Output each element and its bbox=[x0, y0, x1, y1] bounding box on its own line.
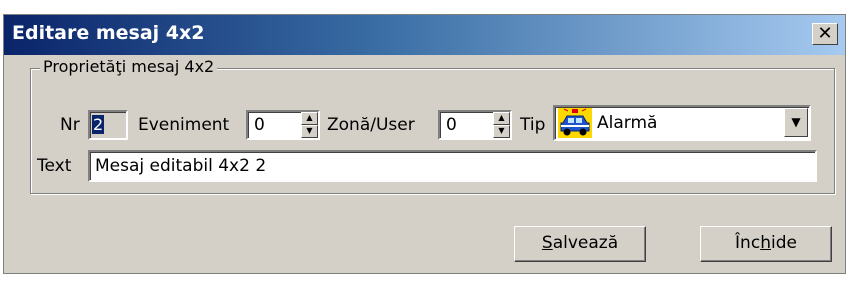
close-icon[interactable]: ✕ bbox=[812, 23, 838, 45]
spin-up-icon[interactable]: ▲ bbox=[493, 112, 510, 125]
eveniment-spinner[interactable]: 0 ▲ ▼ bbox=[246, 110, 320, 140]
tip-dropdown[interactable]: Alarmă ▼ bbox=[553, 105, 811, 141]
police-car-icon bbox=[558, 108, 592, 138]
eveniment-label: Eveniment bbox=[138, 115, 230, 135]
save-button[interactable]: Salvează bbox=[514, 226, 646, 262]
title-bar[interactable]: Editare mesaj 4x2 ✕ bbox=[4, 15, 845, 55]
nr-value: 2 bbox=[92, 115, 105, 134]
save-mnemonic: S bbox=[541, 233, 553, 253]
eveniment-spin-buttons[interactable]: ▲ ▼ bbox=[301, 112, 318, 138]
zona-user-value: 0 bbox=[446, 115, 457, 135]
tip-value: Alarmă bbox=[597, 113, 658, 133]
zona-user-label: Zonă/User bbox=[327, 115, 415, 135]
close-mnemonic: h bbox=[760, 233, 771, 253]
spin-down-icon[interactable]: ▼ bbox=[301, 125, 318, 138]
text-field[interactable]: Mesaj editabil 4x2 2 bbox=[88, 150, 817, 182]
spin-down-icon[interactable]: ▼ bbox=[493, 125, 510, 138]
nr-label: Nr bbox=[60, 115, 80, 135]
spin-up-icon[interactable]: ▲ bbox=[301, 112, 318, 125]
close-button[interactable]: Închide bbox=[700, 226, 832, 262]
zona-user-spin-buttons[interactable]: ▲ ▼ bbox=[493, 112, 510, 138]
tip-label: Tip bbox=[520, 115, 546, 135]
nr-field[interactable]: 2 bbox=[88, 110, 128, 140]
chevron-down-icon[interactable]: ▼ bbox=[784, 108, 808, 137]
close-label-pre: Înc bbox=[735, 233, 761, 253]
text-label: Text bbox=[37, 156, 72, 176]
zona-user-spinner[interactable]: 0 ▲ ▼ bbox=[438, 110, 512, 140]
window-title: Editare mesaj 4x2 bbox=[12, 22, 205, 44]
eveniment-value: 0 bbox=[254, 115, 265, 135]
groupbox-legend: Proprietăţi mesaj 4x2 bbox=[40, 57, 218, 76]
text-value: Mesaj editabil 4x2 2 bbox=[95, 156, 267, 176]
close-label-rest: ide bbox=[770, 233, 797, 253]
save-label: alvează bbox=[552, 233, 619, 253]
